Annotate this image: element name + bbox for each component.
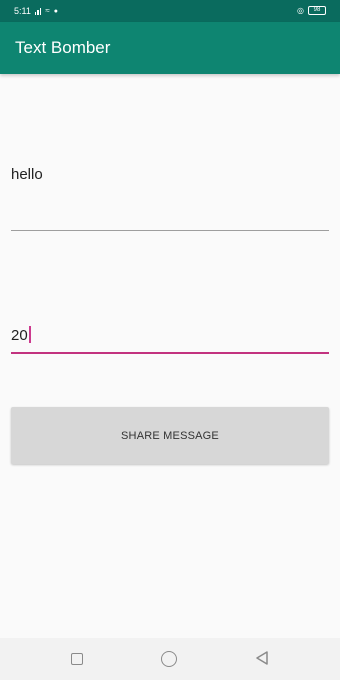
share-message-label: SHARE MESSAGE [121,429,219,442]
message-field-underline [11,230,329,231]
count-input-wrapper[interactable]: 20 [11,318,329,354]
count-field[interactable]: 20 [11,318,329,354]
message-input-text[interactable]: hello [11,155,329,195]
home-icon[interactable] [161,651,177,667]
back-icon[interactable] [255,651,269,665]
app-bar: Text Bomber [0,22,340,74]
signal-icon [34,7,42,15]
navigation-bar [0,638,340,680]
notification-icon: ● [53,7,58,15]
battery-icon: 98 [308,6,326,15]
app-title: Text Bomber [15,38,111,57]
status-right: ◎ 98 [297,6,326,15]
share-message-button[interactable]: SHARE MESSAGE [11,407,329,464]
text-cursor [28,326,31,344]
alarm-icon: ◎ [297,5,304,15]
wifi-icon: ≈ [45,6,50,15]
status-left: 5:11 ≈ ● [14,6,58,16]
battery-level: 98 [313,7,321,13]
status-bar: 5:11 ≈ ● ◎ 98 [0,0,340,22]
status-time: 5:11 [14,6,31,16]
count-input-text[interactable]: 20 [11,327,28,344]
recent-apps-icon[interactable] [71,653,83,665]
count-field-underline [11,352,329,354]
message-field[interactable]: hello [11,155,329,231]
